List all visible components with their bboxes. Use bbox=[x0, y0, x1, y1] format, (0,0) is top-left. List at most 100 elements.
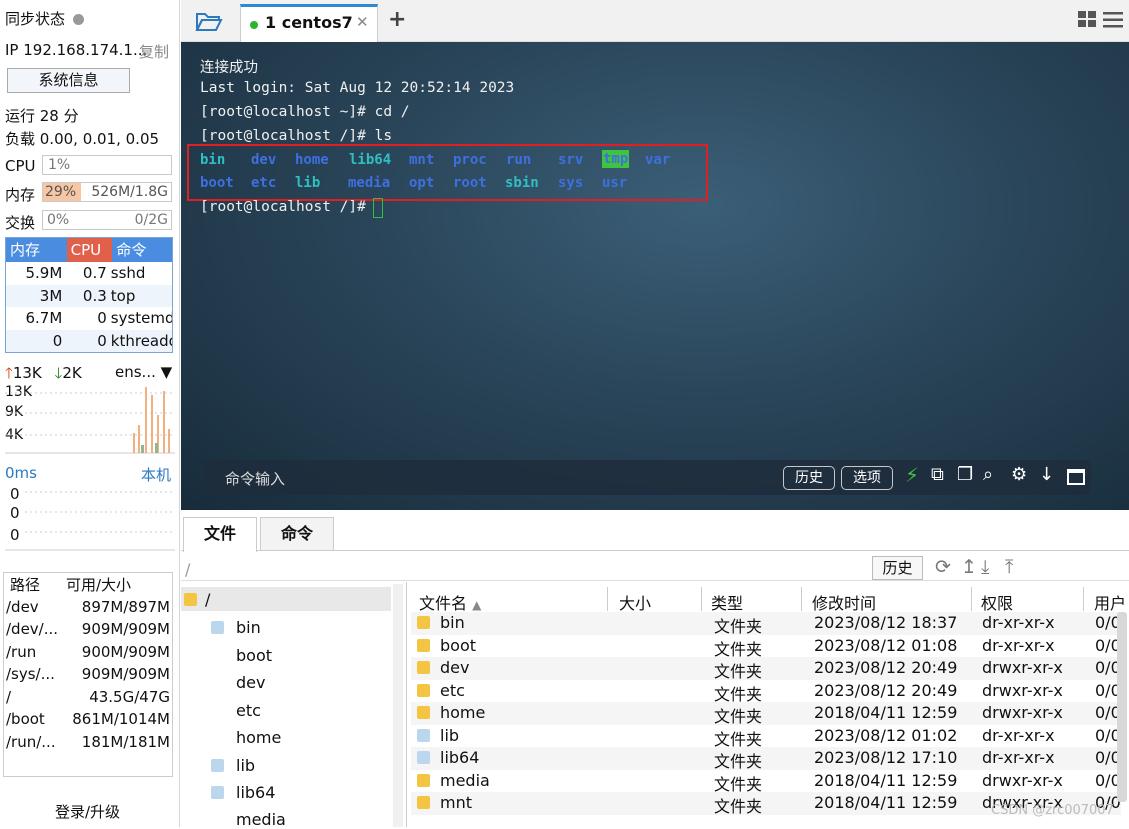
tree-item[interactable]: media bbox=[211, 810, 286, 829]
tree-item[interactable]: home bbox=[211, 728, 281, 747]
tree-root[interactable]: / bbox=[184, 590, 210, 609]
col-owner[interactable]: 用户 bbox=[1094, 590, 1126, 614]
disk-row[interactable]: / 43.5G/47G bbox=[4, 686, 172, 709]
login-upgrade-link[interactable]: 登录/升级 bbox=[55, 801, 120, 822]
file-name: dev bbox=[440, 658, 470, 677]
disk-row[interactable]: /dev/... 909M/909M bbox=[4, 618, 172, 641]
tree-scrollbar[interactable] bbox=[393, 584, 403, 827]
path-input[interactable]: / bbox=[185, 560, 190, 579]
sidebar: 同步状态 IP 192.168.174.1... 复制 系统信息 运行 28 分… bbox=[0, 0, 180, 827]
close-icon[interactable]: ✕ bbox=[356, 13, 369, 31]
disk-row[interactable]: /run/... 181M/181M bbox=[4, 731, 172, 754]
file-row[interactable]: media 文件夹 2018/04/11 12:59 drwxr-xr-x 0/0 bbox=[411, 770, 1121, 794]
disk-size: 909M/909M bbox=[81, 620, 170, 638]
tree-item[interactable]: lib64 bbox=[211, 783, 275, 802]
tab-centos7[interactable]: 1 centos7 ✕ bbox=[240, 4, 378, 42]
swap-label: 交换 bbox=[5, 214, 36, 232]
terminal-line: 连接成功 bbox=[200, 60, 258, 76]
tree-item[interactable]: boot bbox=[211, 646, 272, 665]
upload-arrow-icon: 🡑 bbox=[5, 364, 13, 382]
window-icon[interactable] bbox=[1067, 469, 1085, 485]
command-input-bar[interactable]: 命令输入 历史 选项 ⚡ ⧉ ❐ ⌕ ⚙ ↓ bbox=[205, 460, 1091, 495]
disk-row[interactable]: /boot 861M/1014M bbox=[4, 708, 172, 731]
col-type[interactable]: 类型 bbox=[711, 590, 743, 614]
paste-icon[interactable]: ❐ bbox=[957, 464, 973, 485]
search-icon[interactable]: ⌕ bbox=[983, 464, 993, 485]
up-dir-icon[interactable]: ↥ bbox=[961, 556, 977, 578]
network-graph bbox=[5, 387, 175, 454]
path-history-button[interactable]: 历史 bbox=[872, 556, 923, 580]
proc-cmd: top bbox=[110, 286, 136, 305]
col-mem-header[interactable]: 内存 bbox=[6, 238, 67, 262]
col-size[interactable]: 大小 bbox=[619, 590, 651, 614]
latency-value: 0ms bbox=[5, 464, 37, 482]
system-info-button[interactable]: 系统信息 bbox=[7, 68, 130, 93]
add-tab-icon[interactable]: + bbox=[388, 7, 406, 32]
file-row[interactable]: etc 文件夹 2023/08/12 20:49 drwxr-xr-x 0/0 bbox=[411, 680, 1121, 704]
tab-commands[interactable]: 命令 bbox=[260, 517, 334, 551]
file-row[interactable]: bin 文件夹 2023/08/12 18:37 dr-xr-xr-x 0/0 bbox=[411, 612, 1121, 636]
folder-icon bbox=[211, 731, 224, 744]
folder-icon bbox=[417, 661, 430, 674]
process-row[interactable]: 6.7M 0 systemd bbox=[6, 307, 173, 330]
file-row[interactable]: dev 文件夹 2023/08/12 20:49 drwxr-xr-x 0/0 bbox=[411, 657, 1121, 681]
disk-row[interactable]: /sys/... 909M/909M bbox=[4, 663, 172, 686]
folder-icon bbox=[417, 684, 430, 697]
file-row[interactable]: boot 文件夹 2023/08/12 01:08 dr-xr-xr-x 0/0 bbox=[411, 635, 1121, 659]
tree-item[interactable]: bin bbox=[211, 618, 261, 637]
file-row[interactable]: lib64 文件夹 2023/08/12 17:10 dr-xr-xr-x 0/0 bbox=[411, 747, 1121, 771]
proc-mem: 6.7M bbox=[25, 309, 63, 327]
terminal[interactable]: 连接成功 Last login: Sat Aug 12 20:52:14 202… bbox=[181, 42, 1129, 510]
col-size-header[interactable]: 可用/大小 bbox=[62, 574, 172, 596]
tree-item[interactable]: etc bbox=[211, 701, 261, 720]
col-cmd-header[interactable]: 命令 bbox=[112, 238, 172, 262]
options-button[interactable]: 选项 bbox=[841, 466, 893, 490]
col-cpu-header[interactable]: CPU bbox=[66, 238, 113, 262]
file-name: bin bbox=[440, 613, 465, 632]
file-name: etc bbox=[440, 681, 465, 700]
tree-item[interactable]: dev bbox=[211, 673, 265, 692]
watermark: CSDN @zrc007007 bbox=[991, 803, 1114, 818]
command-input[interactable]: 命令输入 bbox=[225, 468, 285, 489]
load-average: 负载 0.00, 0.01, 0.05 bbox=[5, 130, 160, 148]
col-mtime[interactable]: 修改时间 bbox=[812, 590, 876, 614]
copy-icon[interactable]: ⧉ bbox=[931, 464, 944, 485]
col-name[interactable]: 文件名 ▲ bbox=[419, 590, 481, 614]
menu-icon[interactable] bbox=[1103, 11, 1125, 29]
disk-row[interactable]: /run 900M/909M bbox=[4, 641, 172, 664]
process-row[interactable]: 3M 0.3 top bbox=[6, 284, 172, 307]
col-perm[interactable]: 权限 bbox=[981, 590, 1013, 614]
dropdown-icon: ▼ bbox=[160, 363, 173, 381]
grid-view-icon[interactable] bbox=[1078, 11, 1098, 29]
refresh-icon[interactable]: ⟳ bbox=[935, 556, 951, 578]
disk-size: 181M/181M bbox=[81, 732, 170, 751]
download-icon[interactable]: ⤓ bbox=[981, 556, 989, 578]
proc-cpu: 0.7 bbox=[82, 264, 107, 282]
disk-row[interactable]: /dev 897M/897M bbox=[4, 596, 172, 619]
file-row[interactable]: home 文件夹 2018/04/11 12:59 drwxr-xr-x 0/0 bbox=[411, 702, 1121, 726]
net-interface-select[interactable]: ens... ▼ bbox=[115, 363, 172, 381]
down-arrow-icon[interactable]: ↓ bbox=[1039, 464, 1054, 485]
file-mtime: 2023/08/12 17:10 bbox=[814, 748, 958, 767]
file-row[interactable]: lib 文件夹 2023/08/12 01:02 dr-xr-xr-x 0/0 bbox=[411, 725, 1121, 749]
ip-address: IP 192.168.174.1... bbox=[5, 41, 148, 59]
tab-files[interactable]: 文件 bbox=[183, 517, 257, 552]
upload-icon[interactable]: ⤒ bbox=[1005, 556, 1013, 578]
cpu-label: CPU bbox=[5, 157, 36, 175]
process-row[interactable]: 5.9M 0.7 sshd bbox=[6, 262, 172, 285]
file-type: 文件夹 bbox=[714, 752, 763, 771]
file-name: lib64 bbox=[440, 748, 480, 767]
connected-dot-icon bbox=[250, 21, 258, 29]
file-list-scrollbar[interactable] bbox=[1117, 612, 1127, 802]
process-row[interactable]: 0 0 kthreadd bbox=[6, 329, 172, 352]
copy-link[interactable]: 复制 bbox=[139, 41, 169, 62]
history-button[interactable]: 历史 bbox=[783, 466, 835, 490]
uptime: 运行 28 分 bbox=[5, 107, 79, 125]
folder-open-icon[interactable] bbox=[195, 10, 223, 32]
disk-path: /boot bbox=[6, 710, 45, 728]
tree-item[interactable]: lib bbox=[211, 756, 255, 775]
lightning-icon[interactable]: ⚡ bbox=[905, 463, 919, 487]
proc-cpu: 0 bbox=[97, 309, 107, 327]
gear-icon[interactable]: ⚙ bbox=[1011, 464, 1027, 485]
col-path-header[interactable]: 路径 bbox=[4, 574, 62, 596]
